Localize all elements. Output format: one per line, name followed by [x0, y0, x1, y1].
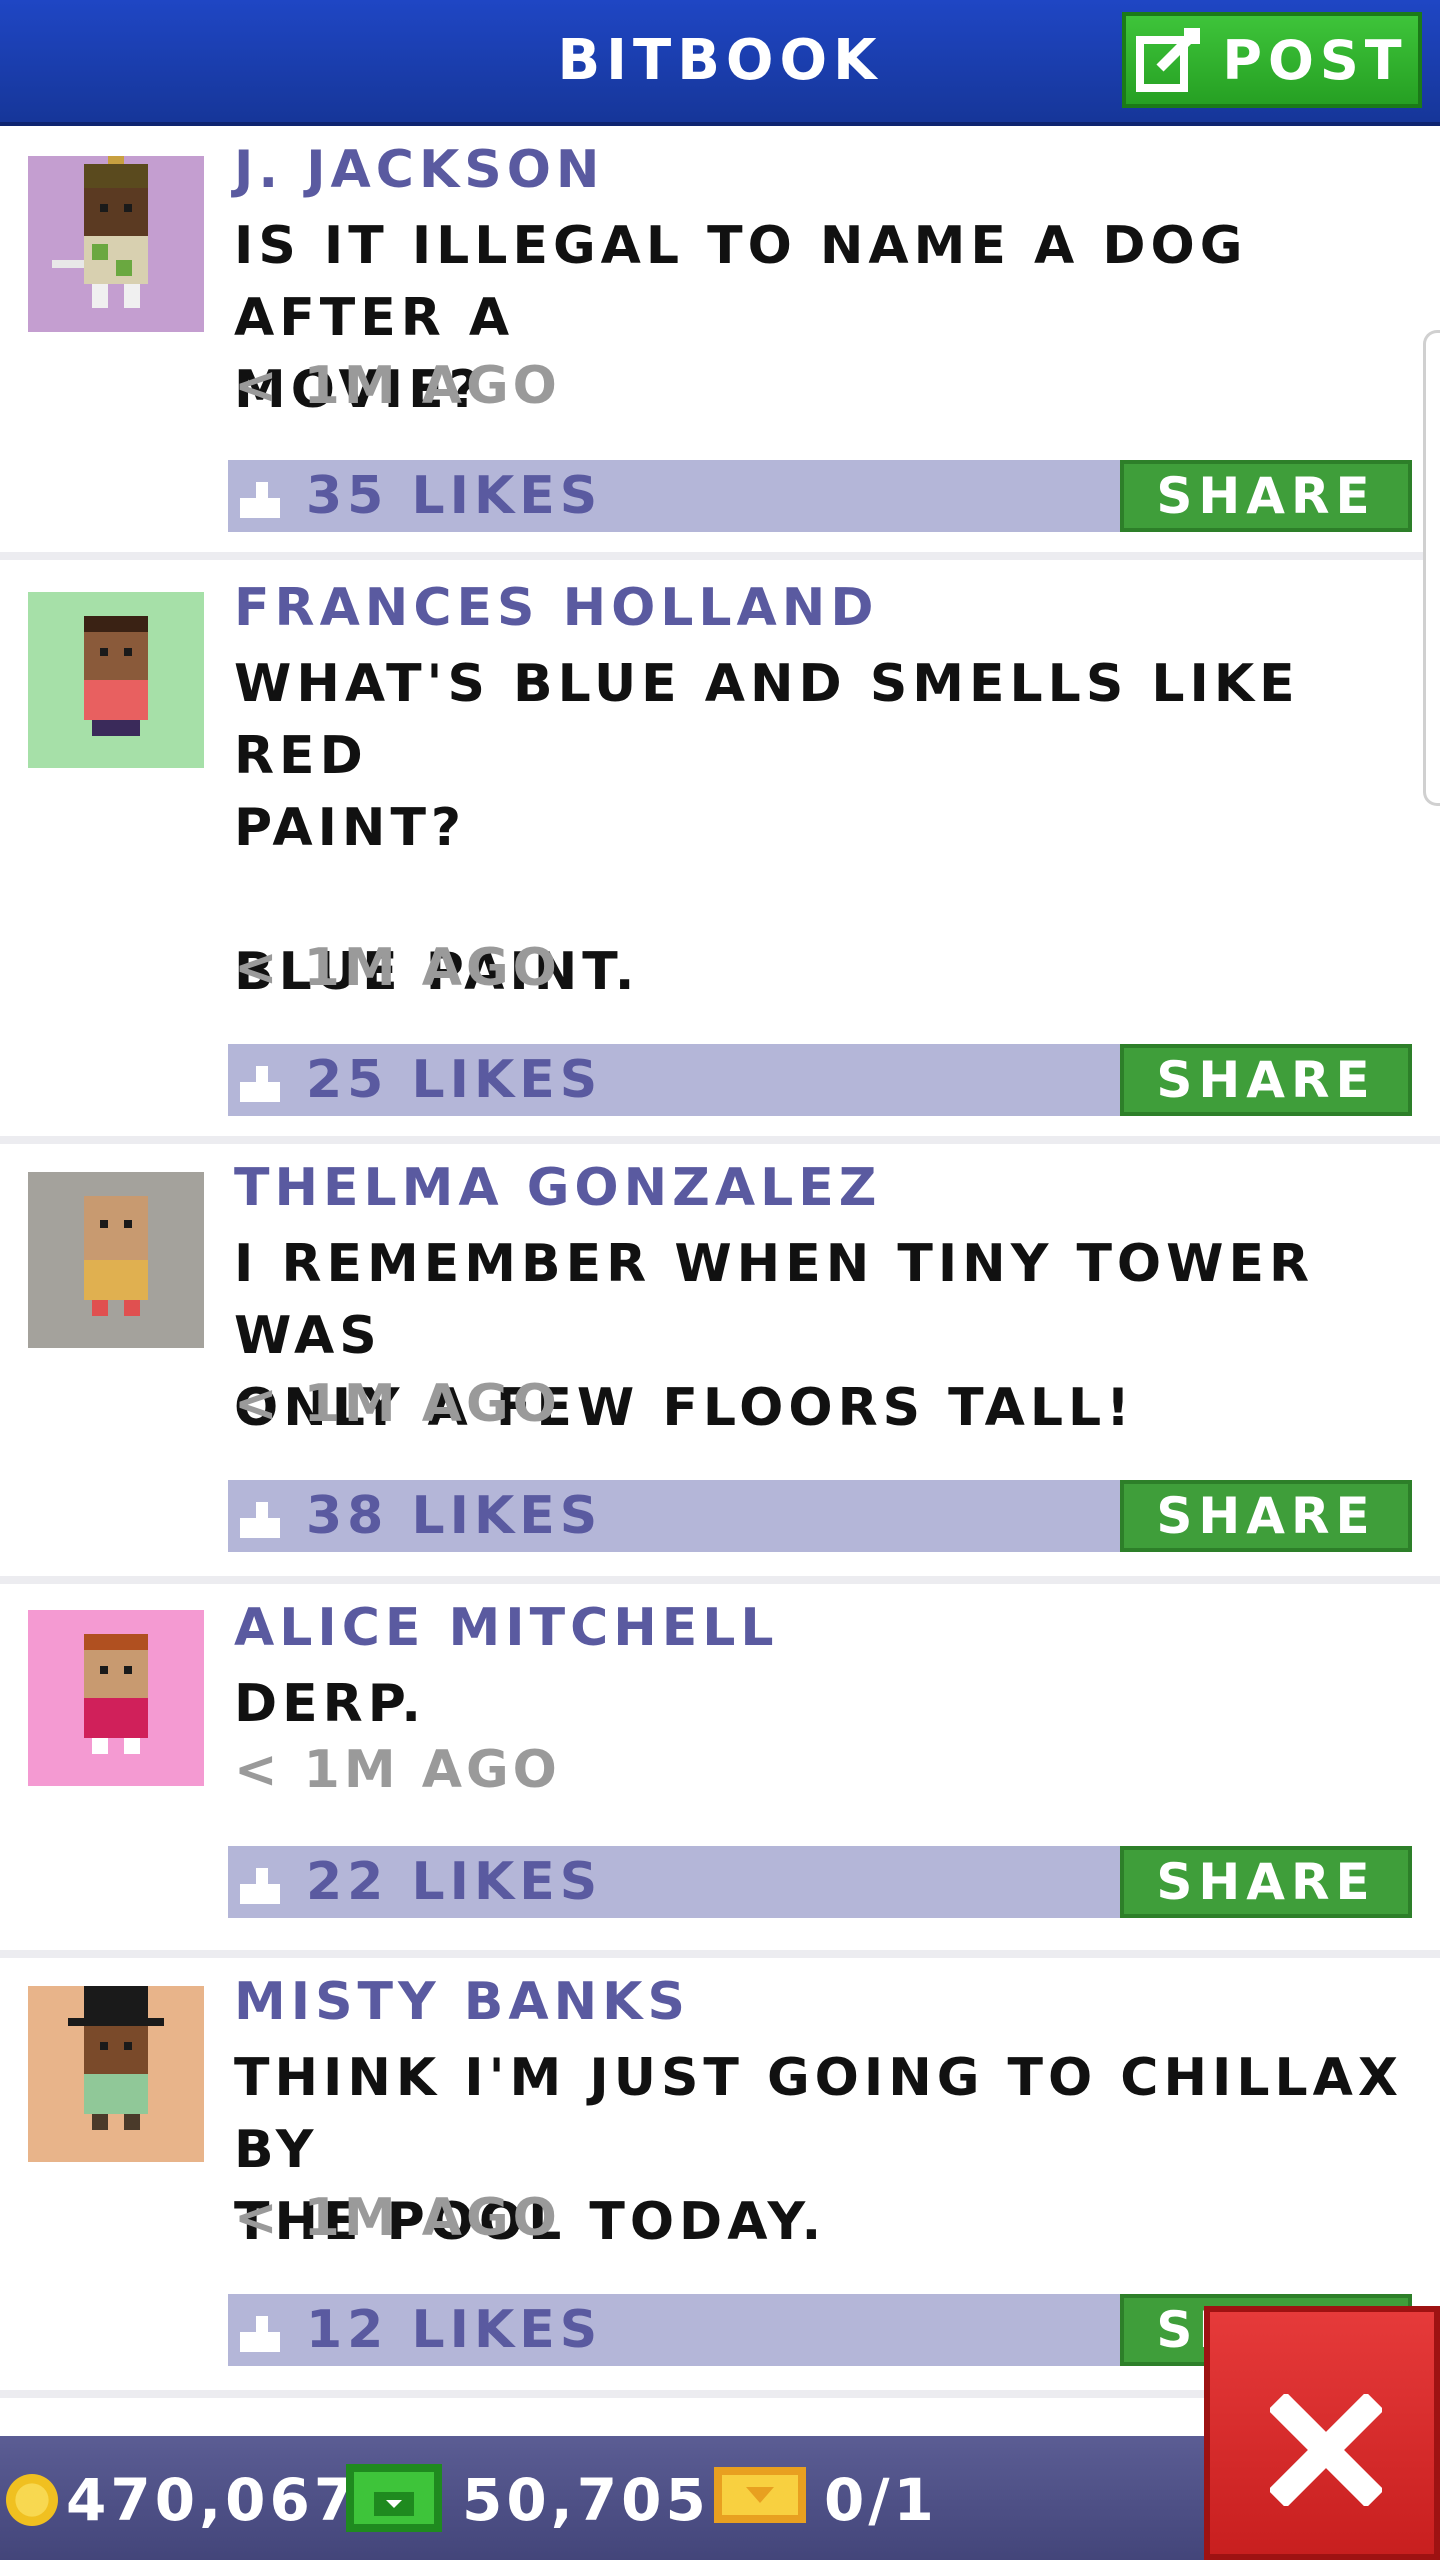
post-author[interactable]: FRANCES HOLLAND: [234, 578, 879, 638]
post-message: DERP.: [234, 1674, 427, 1734]
coin-icon: [6, 2474, 58, 2526]
avatar: [28, 1986, 204, 2162]
feed-post: THELMA GONZALEZ I REMEMBER WHEN TINY TOW…: [0, 1144, 1440, 1584]
likes-count: 22 LIKES: [306, 1852, 603, 1912]
likes-count: 12 LIKES: [306, 2300, 603, 2360]
feed-list: J. JACKSON IS IT ILLEGAL TO NAME A DOG A…: [0, 126, 1440, 2398]
avatar: [28, 592, 204, 768]
post-author[interactable]: THELMA GONZALEZ: [234, 1158, 881, 1218]
share-button[interactable]: SHARE: [1120, 460, 1412, 532]
thumbs-up-icon[interactable]: [240, 2312, 280, 2352]
thumbs-up-icon[interactable]: [240, 478, 280, 518]
avatar-figure: [52, 156, 148, 308]
coins-count: 470,067: [66, 2466, 359, 2534]
header-bar: BITBOOK POST: [0, 0, 1440, 126]
avatar-figure: [68, 1986, 164, 2130]
post-author[interactable]: MISTY BANKS: [234, 1972, 690, 2032]
feed-post: FRANCES HOLLAND WHAT'S BLUE AND SMELLS L…: [0, 560, 1440, 1144]
avatar: [28, 156, 204, 332]
post-time: < 1M AGO: [234, 1740, 561, 1800]
close-button[interactable]: [1204, 2306, 1440, 2560]
share-button[interactable]: SHARE: [1120, 1480, 1412, 1552]
post-author[interactable]: ALICE MITCHELL: [234, 1598, 779, 1658]
post-time: < 1M AGO: [234, 1374, 561, 1434]
edit-icon: [1136, 28, 1201, 92]
likes-count: 35 LIKES: [306, 466, 603, 526]
likes-bar: 38 LIKES SHARE: [228, 1480, 1412, 1552]
post-button[interactable]: POST: [1122, 12, 1422, 108]
ticket-icon: [714, 2467, 806, 2523]
likes-count: 25 LIKES: [306, 1050, 603, 1110]
share-button[interactable]: SHARE: [1120, 1044, 1412, 1116]
post-time: < 1M AGO: [234, 356, 561, 416]
tickets-count: 0/1: [824, 2466, 938, 2534]
post-author[interactable]: J. JACKSON: [234, 140, 604, 200]
thumbs-up-icon[interactable]: [240, 1864, 280, 1904]
post-time: < 1M AGO: [234, 938, 561, 998]
avatar: [28, 1172, 204, 1348]
likes-bar: 22 LIKES SHARE: [228, 1846, 1412, 1918]
likes-bar: 25 LIKES SHARE: [228, 1044, 1412, 1116]
avatar: [28, 1610, 204, 1786]
avatar-figure: [84, 1634, 148, 1754]
bux-count: 50,705: [462, 2466, 710, 2534]
likes-count: 38 LIKES: [306, 1486, 603, 1546]
share-button[interactable]: SHARE: [1120, 1846, 1412, 1918]
bux-icon: [346, 2464, 442, 2532]
avatar-figure: [84, 616, 148, 736]
thumbs-up-icon[interactable]: [240, 1062, 280, 1102]
likes-bar: 35 LIKES SHARE: [228, 460, 1412, 532]
avatar-figure: [84, 1196, 148, 1316]
post-time: < 1M AGO: [234, 2188, 561, 2248]
close-icon: [1270, 2394, 1382, 2506]
feed-post: J. JACKSON IS IT ILLEGAL TO NAME A DOG A…: [0, 126, 1440, 560]
post-button-label: POST: [1222, 28, 1408, 92]
feed-post: ALICE MITCHELL DERP. < 1M AGO 22 LIKES S…: [0, 1584, 1440, 1958]
scroll-edge[interactable]: [1423, 330, 1440, 806]
thumbs-up-icon[interactable]: [240, 1498, 280, 1538]
